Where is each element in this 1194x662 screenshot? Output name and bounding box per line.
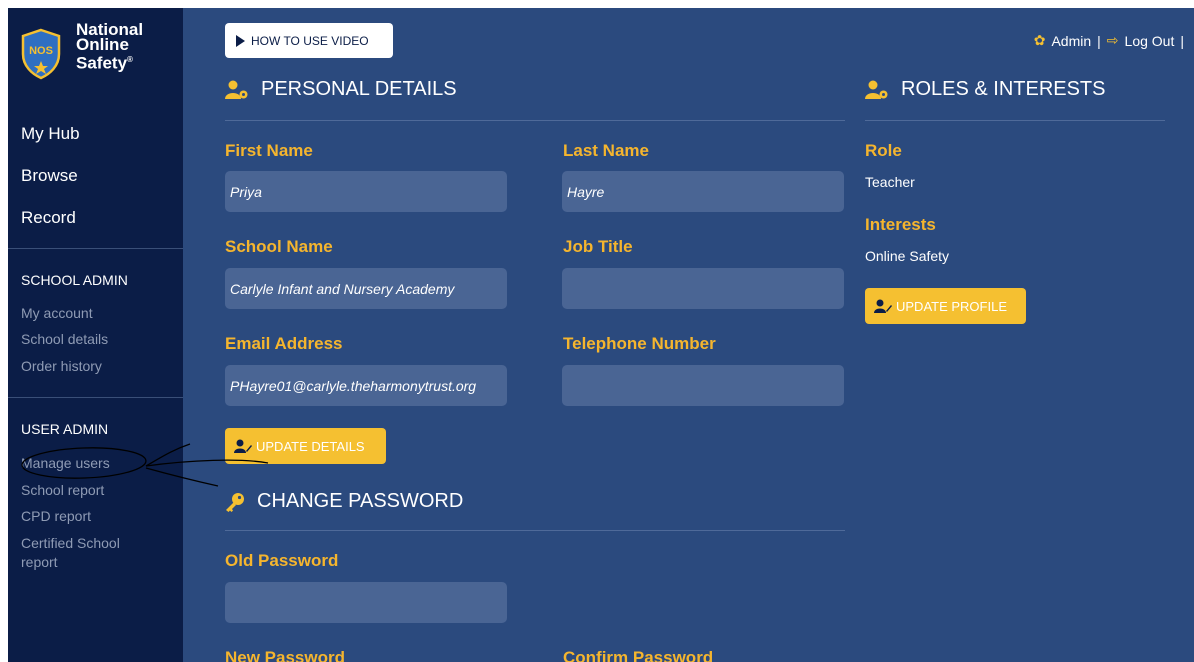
sidebar-divider	[8, 397, 183, 398]
section-divider	[225, 120, 845, 121]
shield-logo-icon: NOS	[21, 28, 61, 80]
user-gear-icon	[865, 80, 888, 99]
personal-details-heading: PERSONAL DETAILS	[225, 78, 457, 101]
logo-line-2: Online	[76, 35, 129, 54]
sidebar-link-certified-school-report[interactable]: Certified School report	[21, 534, 120, 572]
roles-interests-heading: ROLES & INTERESTS	[865, 78, 1106, 101]
last-name-field[interactable]: Hayre	[562, 171, 844, 212]
email-address-label: Email Address	[225, 334, 343, 353]
telephone-number-label: Telephone Number	[563, 334, 716, 353]
logout-icon: ⇨	[1106, 32, 1119, 48]
job-title-label: Job Title	[563, 237, 633, 256]
first-name-label: First Name	[225, 141, 313, 160]
main-content: HOW TO USE VIDEO ✿ Admin | ⇨ Log Out | P…	[183, 8, 1194, 662]
roles-interests-title: ROLES & INTERESTS	[901, 78, 1106, 100]
logo-registered-mark: ®	[127, 55, 133, 64]
nav-item-browse[interactable]: Browse	[21, 166, 80, 208]
email-address-field[interactable]: PHayre01@carlyle.theharmonytrust.org	[225, 365, 507, 406]
sidebar-link-order-history[interactable]: Order history	[21, 357, 102, 376]
nav-item-record[interactable]: Record	[21, 208, 80, 250]
confirm-password-label: Confirm Password	[563, 648, 714, 662]
role-value: Teacher	[865, 174, 915, 190]
old-password-field[interactable]	[225, 582, 507, 623]
logout-link[interactable]: Log Out	[1125, 33, 1175, 49]
update-details-button[interactable]: UPDATE DETAILS	[225, 428, 386, 464]
sidebar-divider	[8, 248, 183, 249]
section-divider	[865, 120, 1165, 121]
separator: |	[1180, 32, 1184, 49]
sidebar-link-label-line-1: Certified School	[21, 535, 120, 551]
role-label: Role	[865, 141, 902, 160]
user-edit-icon	[234, 439, 252, 453]
sidebar-link-cpd-report[interactable]: CPD report	[21, 507, 91, 526]
video-button-label: HOW TO USE VIDEO	[251, 33, 369, 48]
school-admin-title: SCHOOL ADMIN	[21, 272, 128, 288]
logo[interactable]: NOS National Online Safety®	[20, 21, 170, 84]
school-name-field[interactable]: Carlyle Infant and Nursery Academy	[225, 268, 507, 309]
change-password-heading: CHANGE PASSWORD	[225, 490, 463, 513]
main-nav: My Hub Browse Record	[21, 124, 80, 250]
sidebar-link-school-report[interactable]: School report	[21, 481, 104, 500]
logo-line-3: Safety	[76, 53, 128, 73]
sidebar: NOS National Online Safety® My Hub Brows…	[8, 8, 183, 662]
sidebar-link-my-account[interactable]: My account	[21, 304, 93, 323]
gear-icon: ✿	[1033, 32, 1046, 48]
interests-label: Interests	[865, 215, 936, 234]
update-profile-button[interactable]: UPDATE PROFILE	[865, 288, 1026, 324]
user-edit-icon	[874, 299, 892, 313]
personal-details-title: PERSONAL DETAILS	[261, 78, 457, 100]
how-to-use-video-button[interactable]: HOW TO USE VIDEO	[225, 23, 393, 58]
logo-badge-text: NOS	[29, 45, 53, 57]
sidebar-link-label-line-2: report	[21, 554, 58, 570]
key-icon	[226, 492, 244, 512]
update-details-label: UPDATE DETAILS	[256, 438, 365, 454]
last-name-label: Last Name	[563, 141, 649, 160]
user-gear-icon	[225, 80, 248, 99]
change-password-title: CHANGE PASSWORD	[257, 490, 464, 512]
logo-wordmark: National Online Safety®	[76, 21, 143, 73]
account-links: ✿ Admin | ⇨ Log Out |	[1034, 32, 1184, 49]
interests-value: Online Safety	[865, 248, 950, 264]
nav-item-my-hub[interactable]: My Hub	[21, 124, 80, 166]
school-name-label: School Name	[225, 237, 333, 256]
telephone-number-field[interactable]	[562, 365, 844, 406]
job-title-field[interactable]	[562, 268, 844, 309]
separator: |	[1097, 32, 1101, 49]
user-admin-title: USER ADMIN	[21, 421, 109, 437]
sidebar-link-school-details[interactable]: School details	[21, 330, 108, 349]
play-icon	[236, 34, 245, 47]
app-window: NOS National Online Safety® My Hub Brows…	[8, 8, 1194, 662]
new-password-label: New Password	[225, 648, 345, 662]
section-divider	[225, 530, 845, 531]
first-name-field[interactable]: Priya	[225, 171, 507, 212]
old-password-label: Old Password	[225, 551, 339, 570]
admin-link[interactable]: Admin	[1051, 33, 1091, 49]
update-profile-label: UPDATE PROFILE	[896, 298, 1008, 314]
sidebar-link-manage-users[interactable]: Manage users	[21, 454, 110, 473]
